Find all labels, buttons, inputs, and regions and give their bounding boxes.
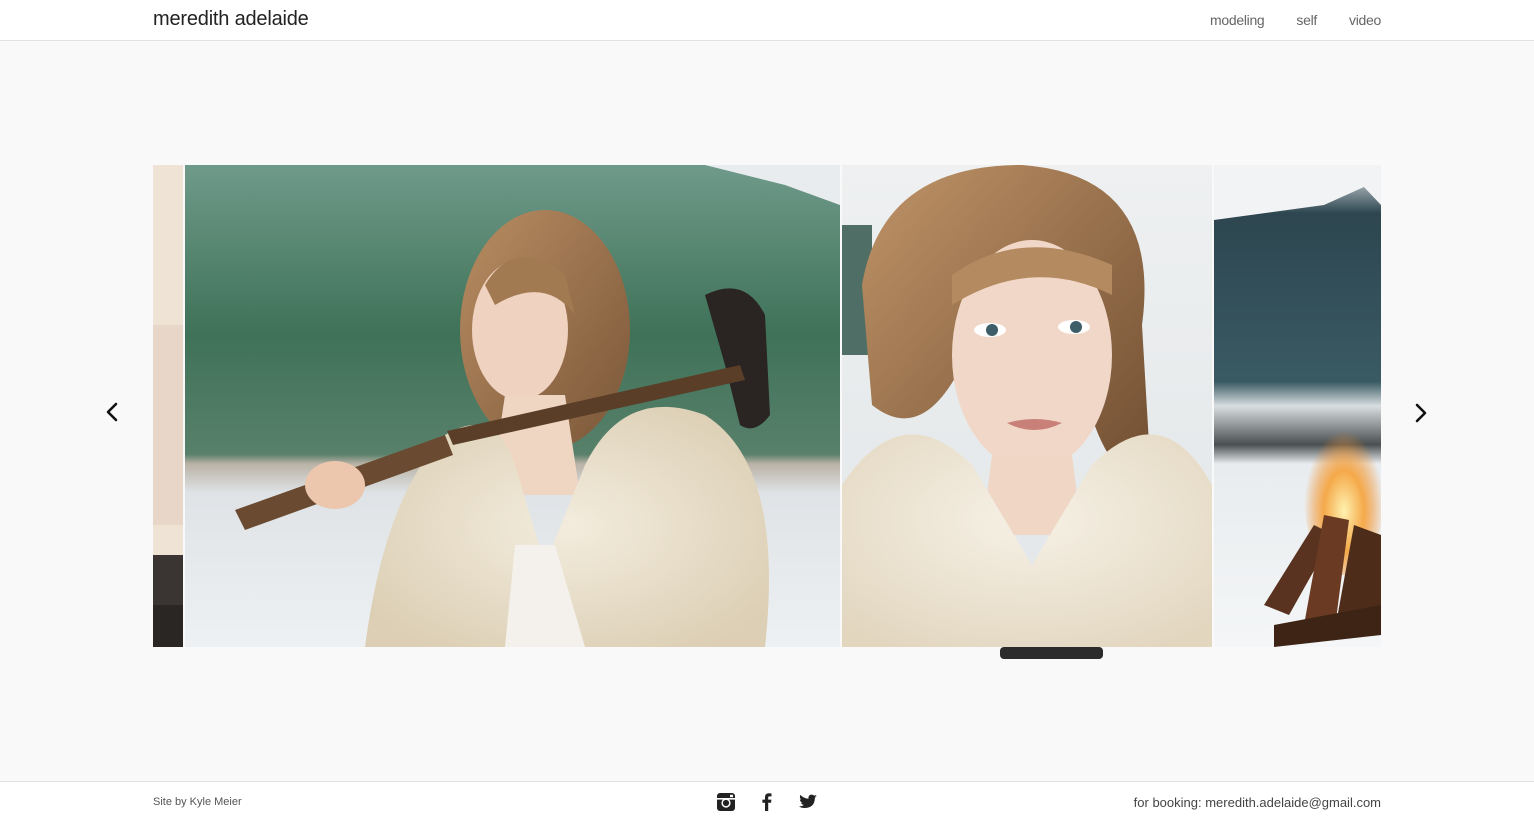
chevron-left-icon bbox=[106, 402, 118, 422]
nav-item-modeling[interactable]: modeling bbox=[1210, 12, 1265, 28]
social-links bbox=[716, 792, 818, 812]
next-arrow-button[interactable] bbox=[1408, 401, 1432, 425]
site-footer: Site by Kyle Meier for booking: meredith… bbox=[0, 781, 1534, 822]
booking-email-link[interactable]: meredith.adelaide@gmail.com bbox=[1205, 795, 1381, 810]
booking-contact: for booking: meredith.adelaide@gmail.com bbox=[1134, 795, 1381, 810]
main-nav: modeling self video bbox=[1210, 12, 1381, 28]
nav-item-self[interactable]: self bbox=[1296, 12, 1317, 28]
facebook-icon[interactable] bbox=[757, 792, 777, 812]
chevron-right-icon bbox=[1415, 403, 1427, 423]
instagram-icon[interactable] bbox=[716, 792, 736, 812]
site-header: meredith adelaide modeling self video bbox=[0, 0, 1534, 41]
booking-label: for booking: bbox=[1133, 795, 1202, 810]
photo-gallery[interactable] bbox=[153, 165, 1381, 647]
gallery-scrollbar[interactable] bbox=[1000, 647, 1103, 659]
gallery-photo-3[interactable] bbox=[842, 165, 1212, 647]
gallery-photo-2[interactable] bbox=[185, 165, 840, 647]
site-title[interactable]: meredith adelaide bbox=[153, 8, 309, 31]
gallery-photo-4[interactable] bbox=[1214, 165, 1381, 647]
twitter-icon[interactable] bbox=[798, 792, 818, 812]
nav-item-video[interactable]: video bbox=[1349, 12, 1381, 28]
prev-arrow-button[interactable] bbox=[101, 400, 125, 424]
gallery-photo-1[interactable] bbox=[153, 165, 183, 647]
site-credit[interactable]: Site by Kyle Meier bbox=[153, 796, 242, 808]
